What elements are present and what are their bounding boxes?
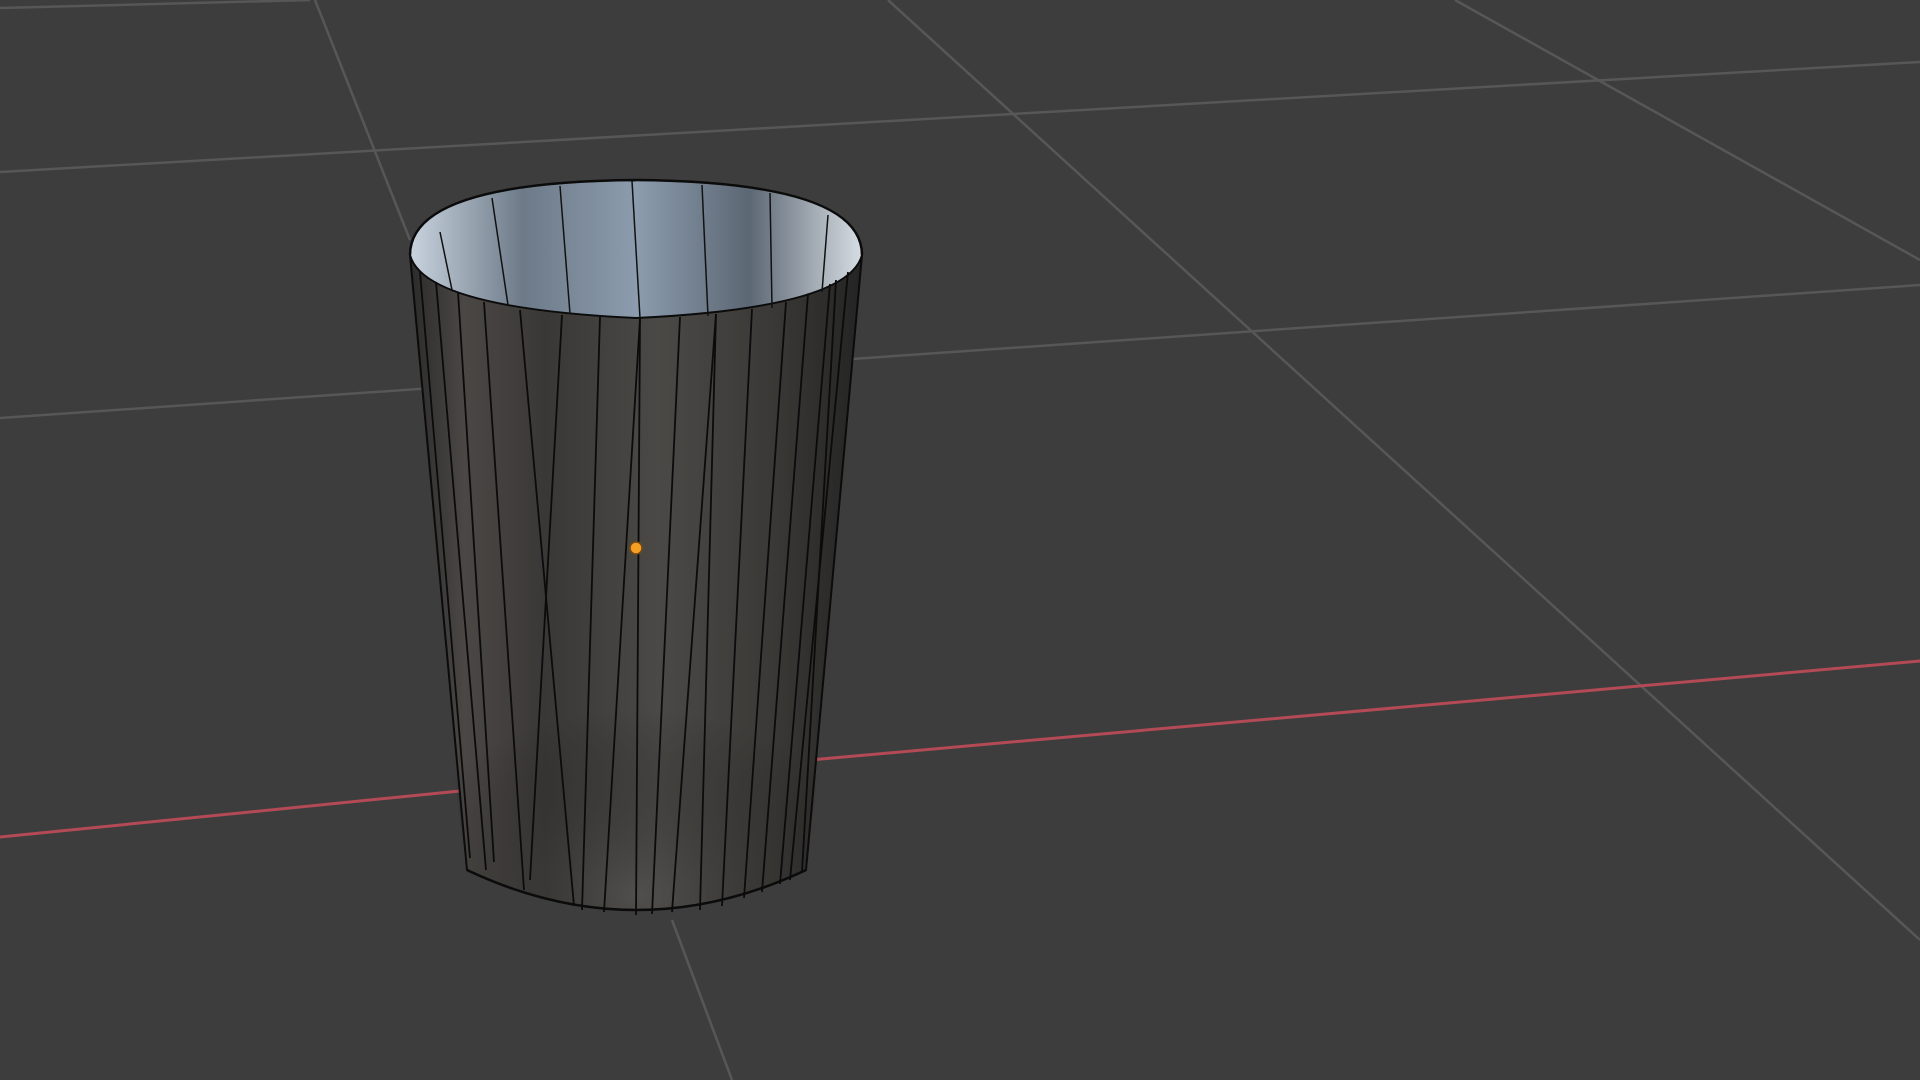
viewport-canvas[interactable] xyxy=(0,0,1920,1080)
grid-line xyxy=(0,283,1920,420)
grid-line xyxy=(0,60,1920,174)
cup-object[interactable] xyxy=(408,178,864,916)
grid-line xyxy=(670,919,734,1080)
grid-line xyxy=(0,0,311,10)
grid-line xyxy=(313,0,412,241)
dot-icon[interactable] xyxy=(629,541,643,555)
grid-line xyxy=(887,0,1920,941)
x-axis-line xyxy=(0,659,1920,839)
cup-bottom-shade xyxy=(430,600,840,910)
floor-grid xyxy=(0,0,1920,1080)
grid-line xyxy=(1454,0,1920,262)
3d-viewport[interactable] xyxy=(0,0,1920,1080)
